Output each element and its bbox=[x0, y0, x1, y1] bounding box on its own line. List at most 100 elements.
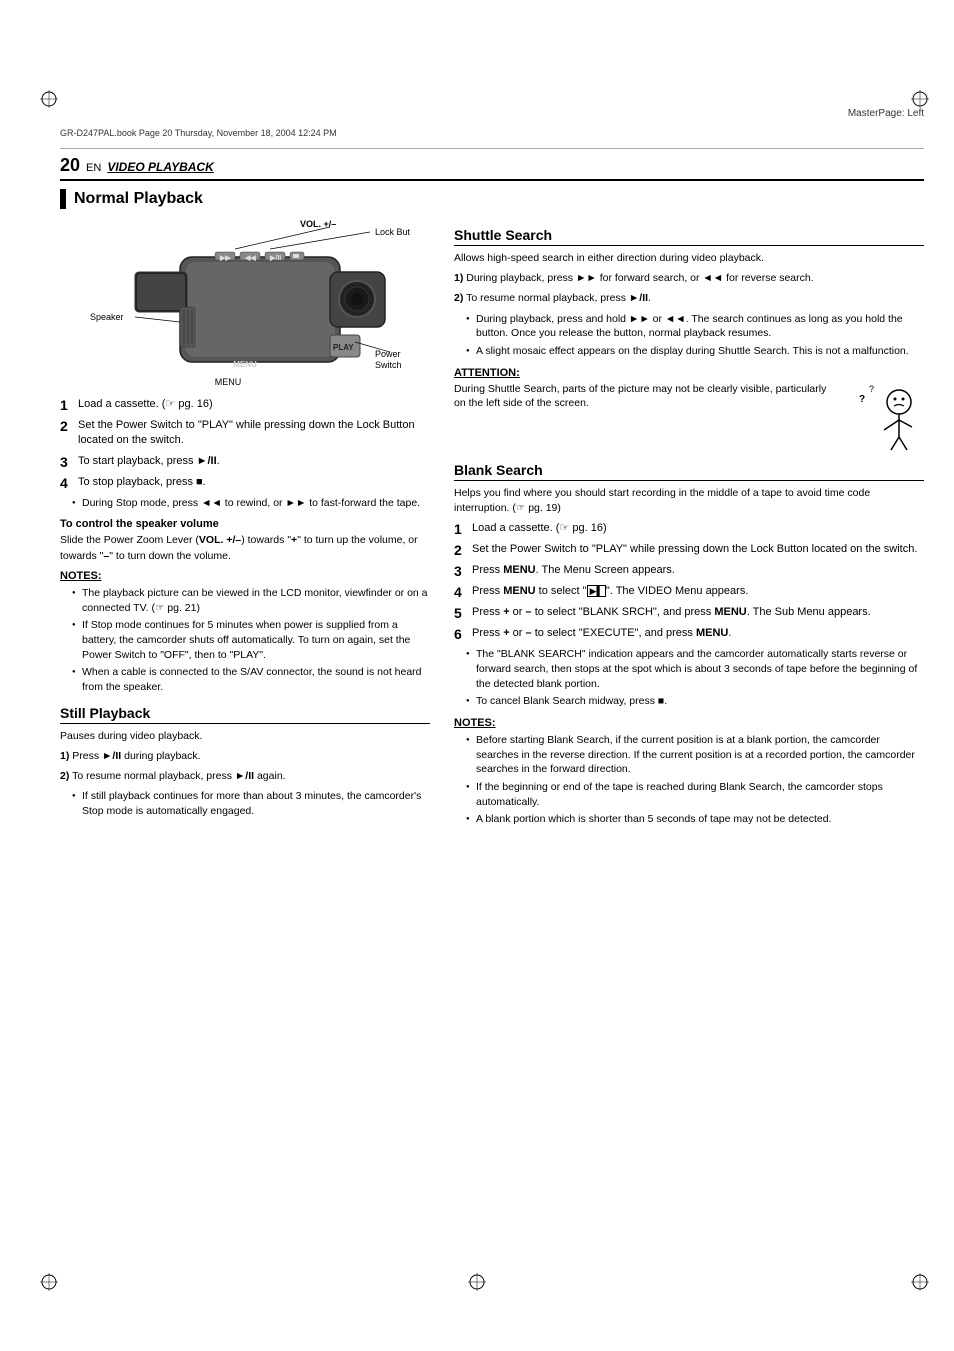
shuttle-search-description: Allows high-speed search in either direc… bbox=[454, 251, 924, 266]
blank-step-4-number: 4 bbox=[454, 584, 468, 600]
speaker-volume-title: To control the speaker volume bbox=[60, 518, 430, 530]
stop-mode-bullet: During Stop mode, press ◄◄ to rewind, or… bbox=[72, 496, 430, 511]
blank-step-4-text: Press MENU to select "▶▌". The VIDEO Men… bbox=[472, 584, 748, 600]
blank-step-5-text: Press + or – to select "BLANK SRCH", and… bbox=[472, 605, 871, 621]
svg-text:VOL. +/–: VOL. +/– bbox=[300, 219, 336, 229]
blank-step-1-number: 1 bbox=[454, 521, 468, 537]
blank-search-steps: 1 Load a cassette. (☞ pg. 16) 2 Set the … bbox=[454, 521, 924, 642]
step-4-text: To stop playback, press ■. bbox=[78, 475, 206, 491]
shuttle-search-heading: Shuttle Search bbox=[454, 227, 924, 246]
still-bullet-1: If still playback continues for more tha… bbox=[72, 789, 430, 818]
normal-playback-steps: 1 Load a cassette. (☞ pg. 16) 2 Set the … bbox=[60, 397, 430, 491]
reg-mark-tl bbox=[40, 90, 58, 108]
step-3-text: To start playback, press ►/II. bbox=[78, 454, 220, 470]
blank-step-6: 6 Press + or – to select "EXECUTE", and … bbox=[454, 626, 924, 642]
still-playback-description: Pauses during video playback. bbox=[60, 729, 430, 744]
blank-search-notes-title: NOTES: bbox=[454, 717, 924, 729]
right-column: Shuttle Search Allows high-speed search … bbox=[454, 217, 924, 835]
two-column-layout: ▶▶ ◀◀ ▶/II PLAY bbox=[60, 217, 924, 835]
blank-step-1-text: Load a cassette. (☞ pg. 16) bbox=[472, 521, 607, 537]
still-playback-bullets: If still playback continues for more tha… bbox=[72, 789, 430, 818]
shuttle-search-steps: 1) During playback, press ►► for forward… bbox=[454, 271, 924, 306]
step-1-text: Load a cassette. (☞ pg. 16) bbox=[78, 397, 213, 413]
svg-text:▶▶: ▶▶ bbox=[219, 255, 231, 262]
blank-search-description: Helps you find where you should start re… bbox=[454, 486, 924, 516]
blank-search-bullets: The "BLANK SEARCH" indication appears an… bbox=[466, 647, 924, 709]
main-section-title: Normal Playback bbox=[60, 189, 924, 209]
step-4-number: 4 bbox=[60, 475, 74, 491]
svg-text:?: ? bbox=[869, 384, 874, 394]
left-column: ▶▶ ◀◀ ▶/II PLAY bbox=[60, 217, 430, 835]
main-title-text: Normal Playback bbox=[74, 190, 203, 208]
svg-text:?: ? bbox=[859, 394, 865, 405]
step-2-text: Set the Power Switch to "PLAY" while pre… bbox=[78, 418, 430, 449]
page-content: 20 EN VIDEO PLAYBACK Normal Playback bbox=[60, 155, 924, 1291]
blank-step-5: 5 Press + or – to select "BLANK SRCH", a… bbox=[454, 605, 924, 621]
svg-text:◀◀: ◀◀ bbox=[244, 255, 256, 262]
blank-note-1: Before starting Blank Search, if the cur… bbox=[466, 733, 924, 777]
attention-row: During Shuttle Search, parts of the pict… bbox=[454, 382, 924, 452]
step-1: 1 Load a cassette. (☞ pg. 16) bbox=[60, 397, 430, 413]
still-playback-heading: Still Playback bbox=[60, 705, 430, 724]
en-label: EN bbox=[86, 162, 101, 174]
svg-text:Lock Button: Lock Button bbox=[375, 227, 410, 237]
blank-step-3: 3 Press MENU. The Menu Screen appears. bbox=[454, 563, 924, 579]
blank-search-notes-list: Before starting Blank Search, if the cur… bbox=[466, 733, 924, 827]
blank-step-1: 1 Load a cassette. (☞ pg. 16) bbox=[454, 521, 924, 537]
attention-title: ATTENTION: bbox=[454, 367, 924, 379]
shuttle-bullet-2: A slight mosaic effect appears on the di… bbox=[466, 344, 924, 359]
stop-mode-bullets: During Stop mode, press ◄◄ to rewind, or… bbox=[72, 496, 430, 511]
reg-mark-tr bbox=[911, 90, 929, 108]
step-2-number: 2 bbox=[60, 418, 74, 449]
svg-text:Speaker: Speaker bbox=[90, 312, 124, 322]
black-bar-decoration bbox=[60, 189, 66, 209]
svg-text:Power: Power bbox=[375, 349, 401, 359]
file-info: GR-D247PAL.book Page 20 Thursday, Novemb… bbox=[60, 128, 337, 138]
blank-step-2: 2 Set the Power Switch to "PLAY" while p… bbox=[454, 542, 924, 558]
blank-note-2: If the beginning or end of the tape is r… bbox=[466, 780, 924, 809]
blank-step-2-number: 2 bbox=[454, 542, 468, 558]
page-section-title: VIDEO PLAYBACK bbox=[107, 160, 213, 174]
camcorder-svg: ▶▶ ◀◀ ▶/II PLAY bbox=[60, 217, 410, 392]
note-1: The playback picture can be viewed in th… bbox=[72, 586, 430, 615]
blank-bullet-2: To cancel Blank Search midway, press ■. bbox=[466, 694, 924, 709]
note-3: When a cable is connected to the S/AV co… bbox=[72, 665, 430, 694]
blank-step-2-text: Set the Power Switch to "PLAY" while pre… bbox=[472, 542, 917, 558]
blank-step-6-text: Press + or – to select "EXECUTE", and pr… bbox=[472, 626, 731, 642]
blank-step-6-number: 6 bbox=[454, 626, 468, 642]
shuttle-step-2: 2) To resume normal playback, press ►/II… bbox=[454, 291, 924, 306]
top-rule bbox=[60, 148, 924, 149]
step-4: 4 To stop playback, press ■. bbox=[60, 475, 430, 491]
note-2: If Stop mode continues for 5 minutes whe… bbox=[72, 618, 430, 662]
blank-step-3-text: Press MENU. The Menu Screen appears. bbox=[472, 563, 675, 579]
still-playback-steps: 1) Press ►/II during playback. 2) To res… bbox=[60, 749, 430, 784]
page-number: 20 bbox=[60, 155, 80, 176]
blank-search-heading: Blank Search bbox=[454, 462, 924, 481]
normal-playback-notes-title: NOTES: bbox=[60, 570, 430, 582]
svg-text:MENU: MENU bbox=[215, 377, 242, 387]
reg-mark-bl bbox=[40, 1273, 58, 1291]
shuttle-bullets: During playback, press and hold ►► or ◄◄… bbox=[466, 312, 924, 359]
still-step-2: 2) To resume normal playback, press ►/II… bbox=[60, 769, 430, 784]
svg-text:PLAY: PLAY bbox=[333, 343, 354, 352]
step-2: 2 Set the Power Switch to "PLAY" while p… bbox=[60, 418, 430, 449]
blank-bullet-1: The "BLANK SEARCH" indication appears an… bbox=[466, 647, 924, 691]
camcorder-diagram: ▶▶ ◀◀ ▶/II PLAY bbox=[60, 217, 410, 387]
shuttle-step-1: 1) During playback, press ►► for forward… bbox=[454, 271, 924, 286]
svg-text:Switch: Switch bbox=[375, 360, 402, 370]
blank-step-3-number: 3 bbox=[454, 563, 468, 579]
step-3: 3 To start playback, press ►/II. bbox=[60, 454, 430, 470]
speaker-volume-text: Slide the Power Zoom Lever (VOL. +/–) to… bbox=[60, 533, 430, 563]
svg-text:MENU: MENU bbox=[233, 360, 257, 369]
normal-playback-notes-list: The playback picture can be viewed in th… bbox=[72, 586, 430, 695]
shuttle-bullet-1: During playback, press and hold ►► or ◄◄… bbox=[466, 312, 924, 341]
blank-step-5-number: 5 bbox=[454, 605, 468, 621]
step-3-number: 3 bbox=[60, 454, 74, 470]
attention-text: During Shuttle Search, parts of the pict… bbox=[454, 382, 834, 447]
still-step-1: 1) Press ►/II during playback. bbox=[60, 749, 430, 764]
step-1-number: 1 bbox=[60, 397, 74, 413]
blank-step-4: 4 Press MENU to select "▶▌". The VIDEO M… bbox=[454, 584, 924, 600]
attention-illustration: ? ? bbox=[844, 382, 924, 452]
svg-text:▶/II: ▶/II bbox=[269, 255, 281, 262]
page-header: 20 EN VIDEO PLAYBACK bbox=[60, 155, 924, 181]
